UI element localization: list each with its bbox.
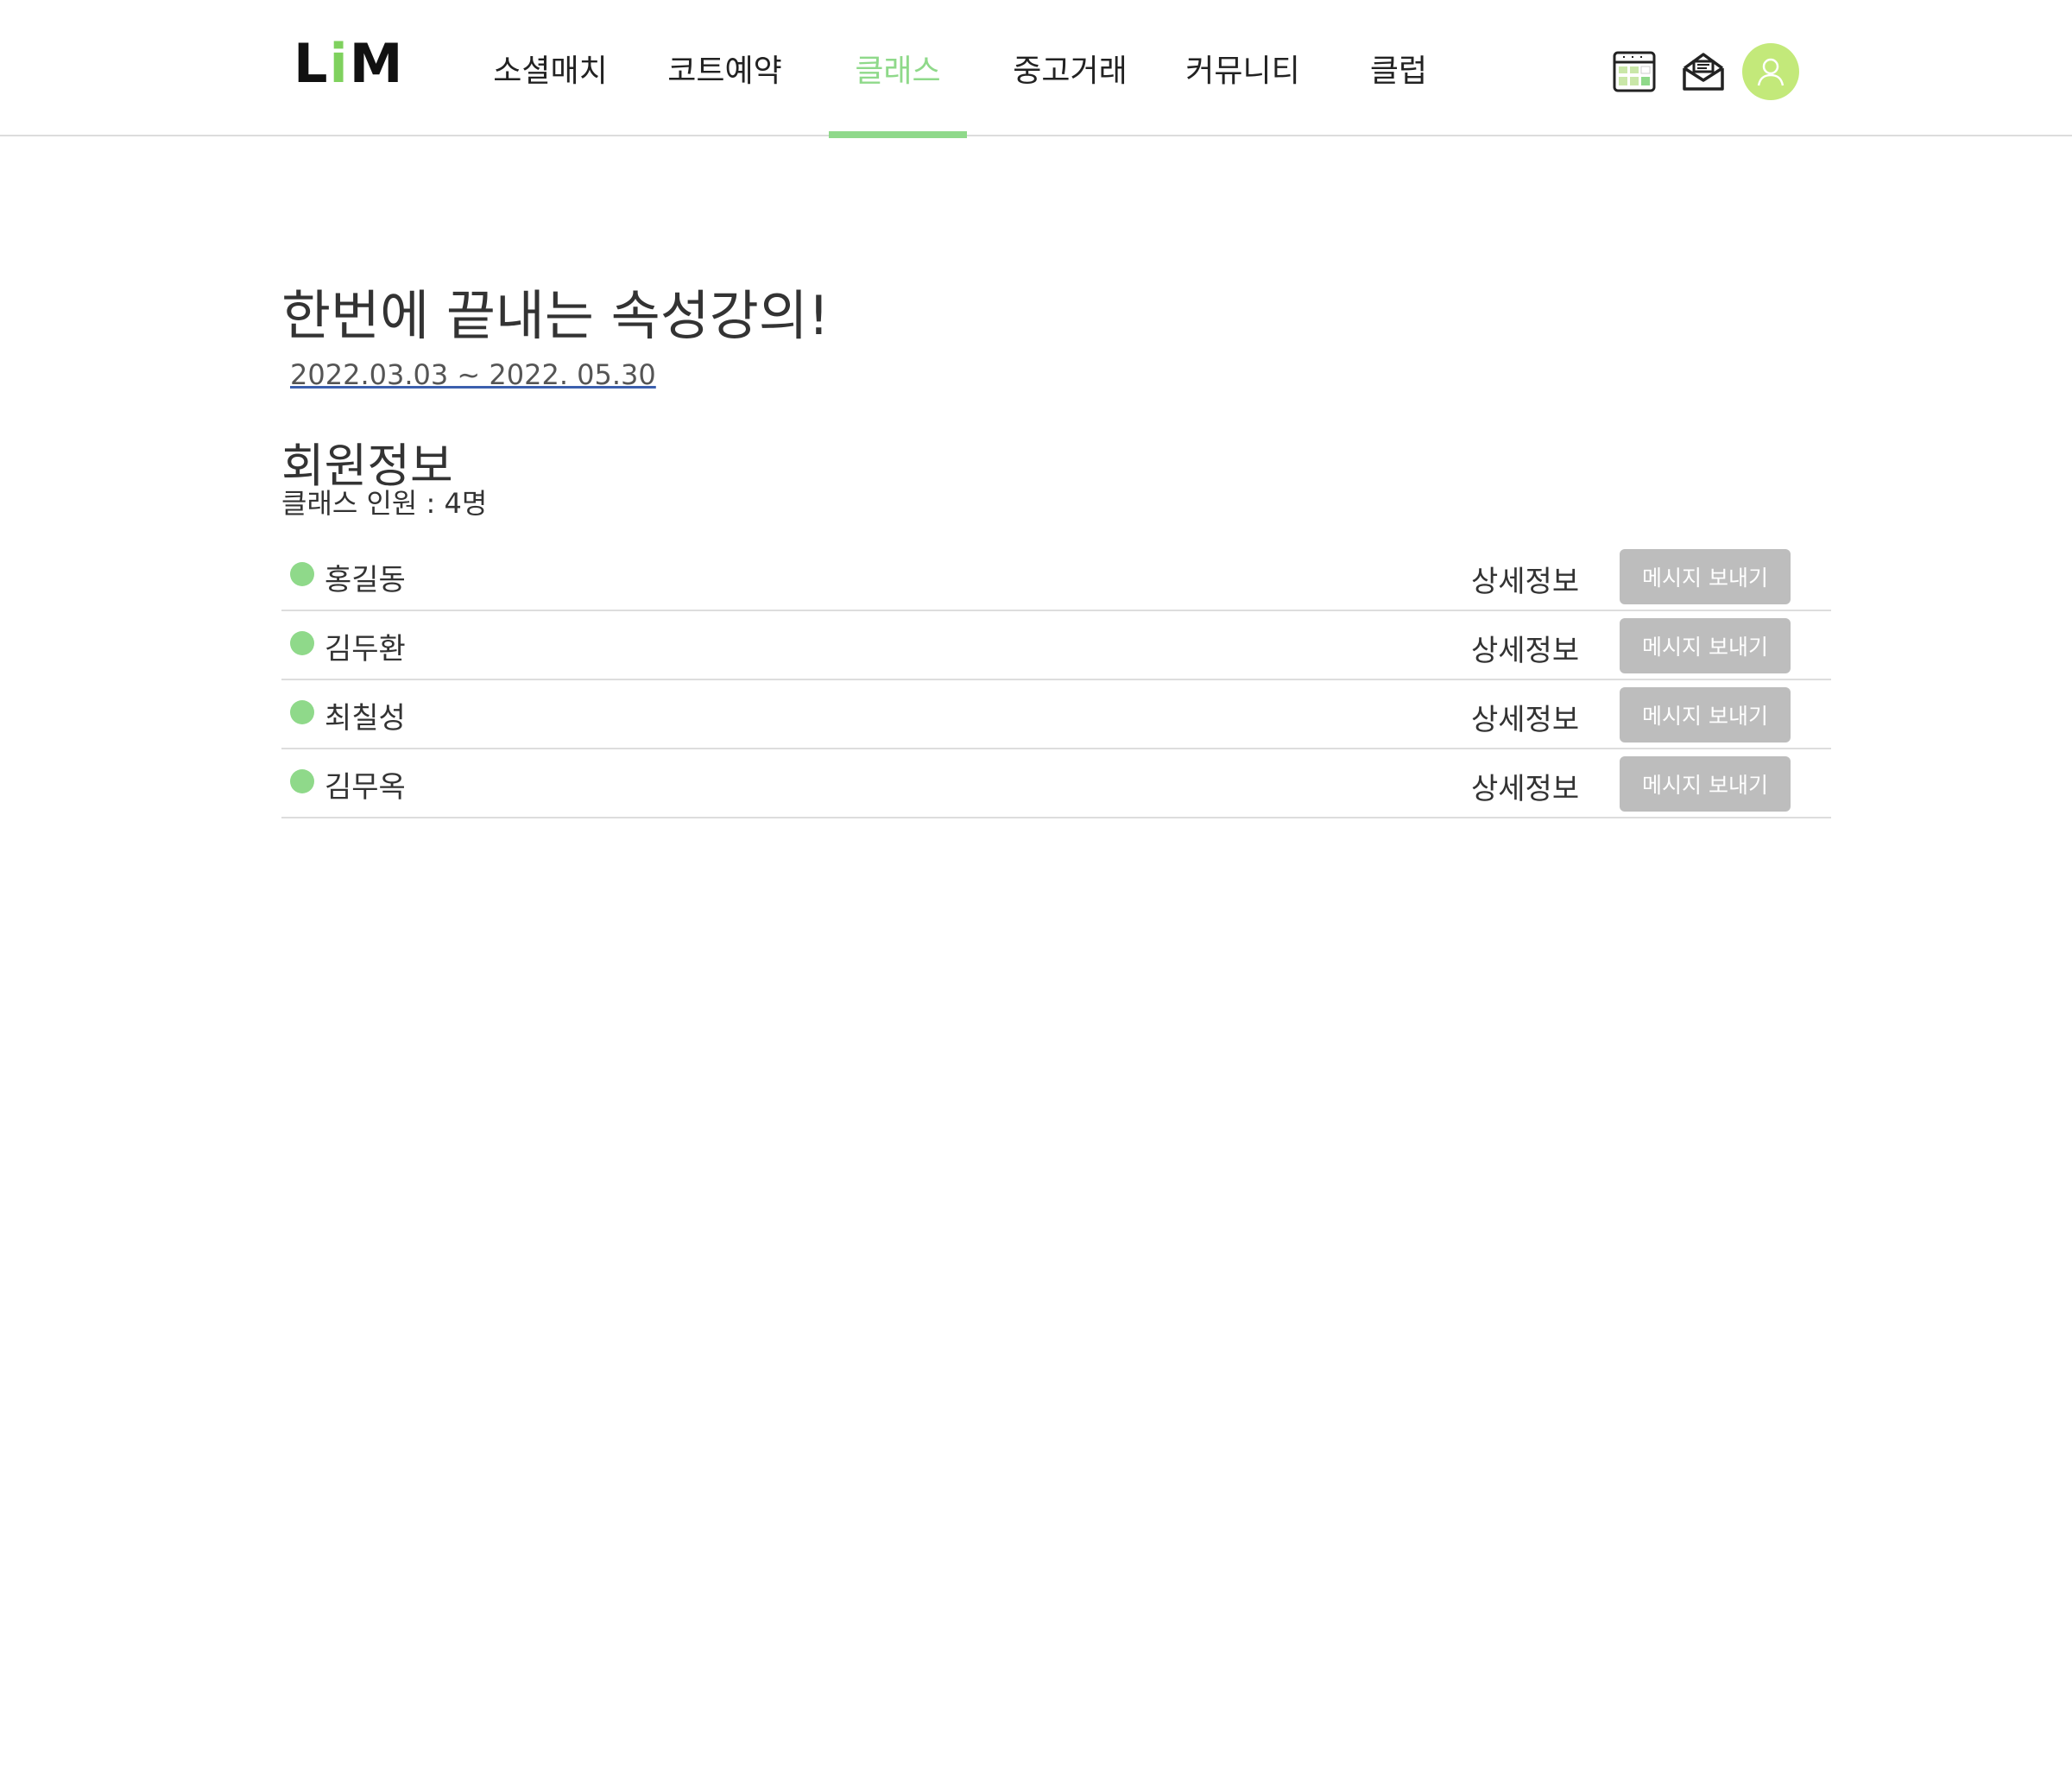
member-name: 김무옥 xyxy=(325,770,406,805)
member-name: 김두환 xyxy=(325,632,406,667)
member-detail-link[interactable]: 상세정보 xyxy=(1471,696,1579,738)
mail-icon[interactable] xyxy=(1675,43,1732,100)
nav-class[interactable]: 클래스 xyxy=(829,0,967,138)
logo-letter-i: i xyxy=(329,31,350,95)
nav-social-match[interactable]: 소셜매치 xyxy=(483,0,617,136)
member-list: 홍길동 상세정보 메시지 보내기 김두환 상세정보 메시지 보내기 최칠성 상세… xyxy=(281,542,1831,818)
logo-letter-m: M xyxy=(349,31,405,95)
nav-court-reservation[interactable]: 코트예약 xyxy=(658,0,792,136)
class-period-link[interactable]: 2022.03.03 ~ 2022. 05.30 xyxy=(290,358,656,391)
member-name: 홍길동 xyxy=(325,563,406,597)
lim-logo[interactable]: LiM xyxy=(294,31,405,95)
top-header: LiM 소셜매치 코트예약 클래스 중고거래 커뮤니티 클럽 xyxy=(0,0,2072,138)
member-count: 클래스 인원 : 4명 xyxy=(281,487,488,520)
member-name: 최칠성 xyxy=(325,701,406,736)
member-detail-link[interactable]: 상세정보 xyxy=(1471,765,1579,807)
member-row: 홍길동 상세정보 메시지 보내기 xyxy=(281,542,1831,611)
calendar-icon[interactable] xyxy=(1606,43,1663,100)
member-detail-link[interactable]: 상세정보 xyxy=(1471,627,1579,669)
send-message-button[interactable]: 메시지 보내기 xyxy=(1620,756,1791,812)
member-row: 김두환 상세정보 메시지 보내기 xyxy=(281,611,1831,680)
status-dot-icon xyxy=(290,631,314,655)
send-message-button[interactable]: 메시지 보내기 xyxy=(1620,687,1791,742)
status-dot-icon xyxy=(290,700,314,724)
send-message-button[interactable]: 메시지 보내기 xyxy=(1620,549,1791,604)
class-title: 한번에 끝내는 속성강의! xyxy=(281,284,830,347)
nav-club[interactable]: 클럽 xyxy=(1351,0,1446,136)
nav-community[interactable]: 커뮤니티 xyxy=(1176,0,1310,136)
status-dot-icon xyxy=(290,562,314,586)
logo-letter-l: L xyxy=(294,31,330,95)
status-dot-icon xyxy=(290,769,314,793)
send-message-button[interactable]: 메시지 보내기 xyxy=(1620,618,1791,673)
nav-used-market[interactable]: 중고거래 xyxy=(1003,0,1137,136)
member-row: 김무옥 상세정보 메시지 보내기 xyxy=(281,749,1831,818)
member-detail-link[interactable]: 상세정보 xyxy=(1471,558,1579,600)
member-row: 최칠성 상세정보 메시지 보내기 xyxy=(281,680,1831,749)
user-avatar-icon[interactable] xyxy=(1742,43,1799,100)
